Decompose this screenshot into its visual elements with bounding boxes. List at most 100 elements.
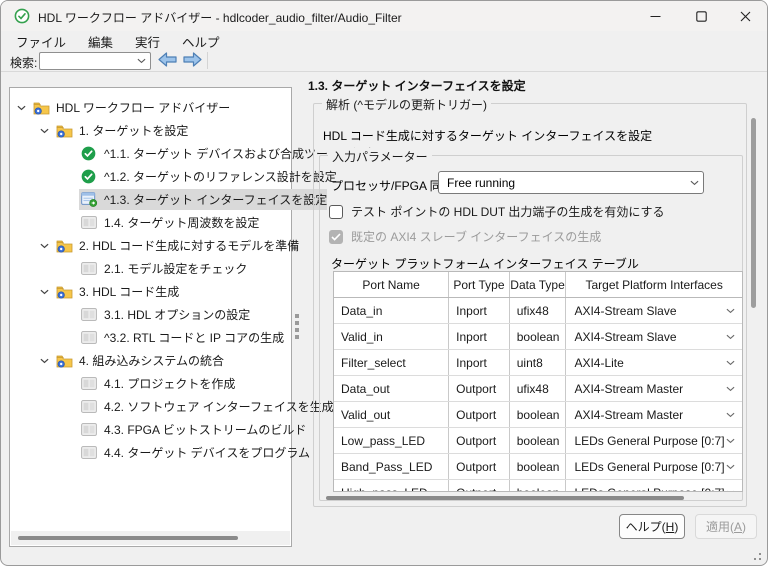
window-resize-grip[interactable] — [751, 550, 761, 560]
tree-item-1[interactable]: 1. ターゲットを設定 — [10, 119, 291, 142]
menu-bar: ファイル 編集 実行 ヘルプ — [1, 31, 768, 51]
tree-item-3[interactable]: 3. HDL コード生成 — [10, 280, 291, 303]
interface-dropdown[interactable]: AXI4-Stream Master — [566, 402, 742, 427]
tree-expander-icon[interactable] — [37, 239, 51, 253]
tree-item-1-1[interactable]: ^1.1. ターゲット デバイスおよび合成ツールを設定 — [10, 142, 291, 165]
page-title: 1.3. ターゲット インターフェイスを設定 — [308, 77, 526, 94]
tree-item-label: 2.1. モデル設定をチェック — [104, 260, 247, 277]
apply-button-label-close: ) — [742, 520, 746, 534]
column-header-port-type: Port Type — [449, 272, 510, 297]
tree-item-1-4[interactable]: 1.4. ターゲット周波数を設定 — [10, 211, 291, 234]
menu-file[interactable]: ファイル — [5, 30, 77, 53]
cell-data-type: boolean — [510, 480, 567, 492]
tree-item-label: 3. HDL コード生成 — [79, 283, 179, 300]
tree-expander-icon[interactable] — [14, 101, 28, 115]
tree-item-label: 4.3. FPGA ビットストリームのビルド — [104, 421, 306, 438]
help-button-label: ヘルプ( — [626, 518, 666, 535]
tree-expander-icon[interactable] — [37, 124, 51, 138]
task-pending-icon — [81, 422, 98, 437]
menu-help[interactable]: ヘルプ — [171, 30, 231, 53]
window-title: HDL ワークフロー アドバイザー - hdlcoder_audio_filte… — [38, 9, 402, 26]
interface-dropdown[interactable]: LEDs General Purpose [0:7] — [566, 454, 742, 479]
check-passed-icon — [81, 169, 98, 184]
tree-horizontal-scrollbar[interactable] — [11, 531, 290, 545]
table-row: Valid_in Inport boolean AXI4-Stream Slav… — [334, 324, 742, 350]
help-button[interactable]: ヘルプ(H) — [619, 514, 685, 539]
tree-item-label: HDL ワークフロー アドバイザー — [56, 99, 230, 116]
tree-item-4-3[interactable]: 4.3. FPGA ビットストリームのビルド — [10, 418, 291, 441]
back-arrow-button[interactable] — [157, 51, 178, 69]
search-combobox[interactable] — [39, 52, 151, 70]
cell-port-name: High_pass_LED — [334, 480, 449, 492]
chevron-down-icon — [726, 464, 735, 470]
splitter-grip-dot — [295, 328, 299, 332]
panel-splitter[interactable] — [293, 72, 302, 547]
tree-item-3-2[interactable]: ^3.2. RTL コードと IP コアの生成 — [10, 326, 291, 349]
cell-port-name: Valid_in — [334, 324, 449, 349]
tree-expander-icon[interactable] — [37, 354, 51, 368]
tree-item-1-3[interactable]: ^1.3. ターゲット インターフェイスを設定 — [10, 188, 291, 211]
tree-expander-icon[interactable] — [37, 285, 51, 299]
close-button[interactable] — [723, 1, 767, 31]
testpoint-checkbox[interactable] — [329, 205, 343, 219]
cell-port-type: Inport — [449, 324, 510, 349]
cell-port-name: Data_out — [334, 376, 449, 401]
interface-dropdown[interactable]: AXI4-Stream Master — [566, 376, 742, 401]
analysis-group-label: 解析 (^モデルの更新トリガー) — [322, 96, 491, 113]
tree-item-3-1[interactable]: 3.1. HDL オプションの設定 — [10, 303, 291, 326]
workflow-folder-icon — [56, 353, 73, 368]
chevron-down-icon — [726, 308, 735, 314]
tree-item-2-1[interactable]: 2.1. モデル設定をチェック — [10, 257, 291, 280]
cell-data-type: ufix48 — [510, 376, 567, 401]
minimize-button[interactable] — [633, 1, 677, 31]
search-input[interactable] — [42, 54, 134, 68]
table-row: Valid_out Outport boolean AXI4-Stream Ma… — [334, 402, 742, 428]
tree-item-1-2[interactable]: ^1.2. ターゲットのリファレンス設計を設定 — [10, 165, 291, 188]
forward-arrow-button[interactable] — [182, 51, 203, 69]
tree-item-2[interactable]: 2. HDL コード生成に対するモデルを準備 — [10, 234, 291, 257]
sync-dropdown[interactable]: Free running — [438, 171, 704, 194]
task-pending-icon — [81, 215, 98, 230]
task-pending-icon — [81, 307, 98, 322]
menu-run[interactable]: 実行 — [124, 30, 171, 53]
input-parameters-label: 入力パラメーター — [328, 148, 432, 165]
tree-item-4-1[interactable]: 4.1. プロジェクトを作成 — [10, 372, 291, 395]
cell-port-name: Band_Pass_LED — [334, 454, 449, 479]
menu-edit[interactable]: 編集 — [77, 30, 124, 53]
tree-item-4-2[interactable]: 4.2. ソフトウェア インターフェイスを生成 — [10, 395, 291, 418]
search-label: 検索: — [10, 54, 37, 71]
interface-dropdown[interactable]: AXI4-Lite — [566, 350, 742, 375]
cell-port-name: Data_in — [334, 298, 449, 323]
cell-data-type: ufix48 — [510, 298, 567, 323]
chevron-down-icon — [726, 334, 735, 340]
tree-item-label: 1. ターゲットを設定 — [79, 122, 188, 139]
maximize-button[interactable] — [679, 1, 723, 31]
cell-port-type: Inport — [449, 298, 510, 323]
task-pending-icon — [81, 261, 98, 276]
check-passed-icon — [81, 146, 98, 161]
target-platform-interface-table: Port Name Port Type Data Type Target Pla… — [333, 271, 743, 492]
interface-dropdown[interactable]: LEDs General Purpose [0:7] — [566, 480, 742, 492]
tree-scrollbar-thumb[interactable] — [18, 536, 238, 540]
chevron-down-icon — [726, 386, 735, 392]
tree-item-label: 2. HDL コード生成に対するモデルを準備 — [79, 237, 299, 254]
task-current-icon — [81, 192, 98, 207]
panel-vertical-scrollbar-thumb[interactable] — [751, 118, 756, 308]
cell-data-type: boolean — [510, 324, 567, 349]
chevron-down-icon — [726, 490, 735, 493]
interface-dropdown[interactable]: AXI4-Stream Slave — [566, 324, 742, 349]
close-icon — [740, 11, 751, 22]
tree-item-4-4[interactable]: 4.4. ターゲット デバイスをプログラム — [10, 441, 291, 464]
table-row: Data_out Outport ufix48 AXI4-Stream Mast… — [334, 376, 742, 402]
interface-dropdown-value: LEDs General Purpose [0:7] — [574, 460, 724, 474]
cell-port-type: Outport — [449, 402, 510, 427]
axi4-checkbox-row: 既定の AXI4 スレーブ インターフェイスの生成 — [329, 228, 601, 245]
table-horizontal-scrollbar-thumb[interactable] — [326, 496, 684, 500]
interface-dropdown[interactable]: LEDs General Purpose [0:7] — [566, 428, 742, 453]
app-check-icon — [14, 8, 30, 24]
tree-item-root[interactable]: HDL ワークフロー アドバイザー — [10, 96, 291, 119]
interface-dropdown[interactable]: AXI4-Stream Slave — [566, 298, 742, 323]
tree-item-4[interactable]: 4. 組み込みシステムの統合 — [10, 349, 291, 372]
task-description: HDL コード生成に対するターゲット インターフェイスを設定 — [323, 127, 652, 144]
task-pending-icon — [81, 376, 98, 391]
